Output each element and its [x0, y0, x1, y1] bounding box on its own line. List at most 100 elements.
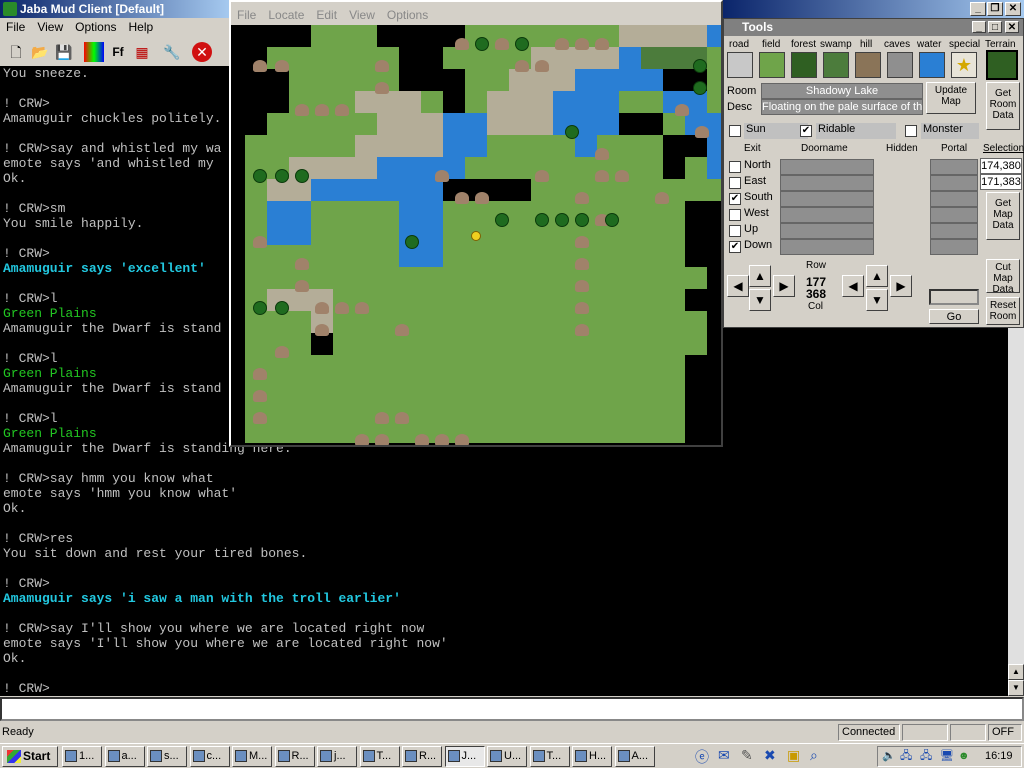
taskbar-button[interactable]: H... [572, 746, 612, 767]
taskbar-button[interactable]: J... [444, 746, 485, 767]
go-input[interactable] [929, 289, 979, 305]
terrain-field-button[interactable] [759, 52, 785, 78]
terrain-water-button[interactable] [919, 52, 945, 78]
exit-up-doorname-field[interactable] [780, 223, 874, 239]
nav-right-arrow-icon[interactable]: ▶ [773, 275, 795, 297]
exit-west-portal-field[interactable] [930, 207, 978, 223]
taskbar-button[interactable]: A... [614, 746, 655, 767]
map-menu-file[interactable]: File [231, 8, 262, 22]
map-menu-options[interactable]: Options [381, 8, 434, 22]
exit-south-doorname-field[interactable] [780, 191, 874, 207]
scroll-down-arrow-icon[interactable]: ▼ [1008, 680, 1024, 696]
exit-down-doorname-field[interactable] [780, 239, 874, 255]
exit-north-portal-field[interactable] [930, 159, 978, 175]
go-button[interactable]: Go [929, 309, 979, 324]
tray-network2-icon[interactable]: 🖧 [920, 747, 932, 766]
taskbar-button[interactable]: R... [274, 746, 315, 767]
quicklaunch-tools-icon[interactable]: ✎ [741, 747, 753, 764]
terrain-swamp-button[interactable] [823, 52, 849, 78]
nav-up-arrow-icon[interactable]: ▲ [749, 265, 771, 287]
quicklaunch-outlook-icon[interactable]: ✉ [718, 747, 730, 764]
taskbar-button[interactable]: T... [529, 746, 570, 767]
taskbar-button[interactable]: s... [147, 746, 187, 767]
map-menu-edit[interactable]: Edit [310, 8, 343, 22]
layout-icon[interactable]: ▦ [132, 42, 152, 62]
nav2-down-arrow-icon[interactable]: ▼ [866, 289, 888, 311]
exit-east-portal-field[interactable] [930, 175, 978, 191]
ridable-checkbox[interactable]: ✔ [800, 125, 812, 137]
nav2-right-arrow-icon[interactable]: ▶ [890, 275, 912, 297]
tray-network-icon[interactable]: 🖧 [900, 747, 912, 766]
nav-left-arrow-icon[interactable]: ◀ [727, 275, 749, 297]
exit-east-doorname-field[interactable] [780, 175, 874, 191]
maximize-button[interactable]: ❐ [987, 2, 1003, 16]
exit-north-doorname-field[interactable] [780, 159, 874, 175]
menu-help[interactable]: Help [123, 20, 160, 34]
terrain-current-button[interactable] [986, 50, 1018, 80]
terrain-caves-button[interactable] [887, 52, 913, 78]
taskbar-button[interactable]: U... [487, 746, 527, 767]
taskbar-button[interactable]: 1... [62, 746, 102, 767]
new-icon[interactable]: 🗋 [6, 42, 26, 62]
monster-checkbox[interactable] [905, 125, 917, 137]
get-map-data-button[interactable]: Get Map Data [986, 192, 1020, 240]
map-canvas[interactable] [231, 25, 721, 445]
terrain-road-button[interactable] [727, 52, 753, 78]
main-titlebar[interactable]: Jaba Mud Client [Default] [0, 0, 230, 18]
exit-west-doorname-field[interactable] [780, 207, 874, 223]
save-icon[interactable]: 💾 [54, 42, 74, 62]
start-button[interactable]: Start [2, 746, 58, 767]
tray-monitor-icon[interactable]: 🖥 [940, 747, 954, 766]
close-button[interactable]: ✕ [1005, 2, 1021, 16]
get-room-data-button[interactable]: Get Room Data [986, 82, 1020, 130]
scroll-up-arrow-icon[interactable]: ▲ [1008, 664, 1024, 680]
menu-file[interactable]: File [0, 20, 31, 34]
selection-field-1[interactable]: 174,380 [980, 158, 1022, 174]
room-name-field[interactable]: Shadowy Lake [761, 83, 923, 99]
exit-down-portal-field[interactable] [930, 239, 978, 255]
quicklaunch-app-icon[interactable]: ✖ [764, 747, 776, 764]
taskbar-button[interactable]: M... [232, 746, 272, 767]
menu-view[interactable]: View [31, 20, 69, 34]
exit-south-portal-field[interactable] [930, 191, 978, 207]
tools-minimize-button[interactable]: _ [972, 21, 986, 33]
exit-south-checkbox[interactable]: ✔ [729, 193, 741, 205]
sun-checkbox[interactable] [729, 125, 741, 137]
stop-icon[interactable]: ✕ [192, 42, 212, 62]
menu-options[interactable]: Options [69, 20, 122, 34]
taskbar-button[interactable]: j... [317, 746, 357, 767]
nav-down-arrow-icon[interactable]: ▼ [749, 289, 771, 311]
terrain-hill-button[interactable] [855, 52, 881, 78]
tools-maximize-button[interactable]: □ [988, 21, 1002, 33]
map-menu-view[interactable]: View [343, 8, 381, 22]
exit-west-checkbox[interactable] [729, 209, 741, 221]
command-input[interactable] [0, 697, 1024, 721]
font-icon[interactable]: Ff [108, 42, 128, 62]
minimize-button[interactable]: _ [970, 2, 986, 16]
quicklaunch-search-icon[interactable]: ⌕ [810, 747, 818, 764]
tools-icon[interactable]: 🔧 [162, 42, 182, 62]
update-map-button[interactable]: Update Map [926, 82, 976, 114]
quicklaunch-ie-icon[interactable]: ⓔ [695, 747, 709, 767]
taskbar-button[interactable]: T... [359, 746, 400, 767]
exit-down-checkbox[interactable]: ✔ [729, 241, 741, 253]
selection-field-2[interactable]: 171,383 [980, 174, 1022, 190]
reset-room-button[interactable]: Reset Room [986, 297, 1020, 325]
exit-north-checkbox[interactable] [729, 161, 741, 173]
terrain-forest-button[interactable] [791, 52, 817, 78]
taskbar-button[interactable]: c... [189, 746, 230, 767]
map-menu-locate[interactable]: Locate [262, 8, 310, 22]
nav2-left-arrow-icon[interactable]: ◀ [842, 275, 864, 297]
tools-close-button[interactable]: ✕ [1005, 21, 1019, 33]
star-icon[interactable]: ★ [951, 52, 977, 78]
exit-up-portal-field[interactable] [930, 223, 978, 239]
taskbar-button[interactable]: a... [104, 746, 145, 767]
exit-east-checkbox[interactable] [729, 177, 741, 189]
quicklaunch-folder-icon[interactable]: ▣ [787, 747, 800, 764]
colors-icon[interactable] [84, 42, 104, 62]
exit-up-checkbox[interactable] [729, 225, 741, 237]
tray-speaker-icon[interactable]: 🔈 [882, 747, 896, 766]
cut-map-data-button[interactable]: Cut Map Data [986, 259, 1020, 295]
tray-user-icon[interactable]: ☻ [958, 747, 970, 766]
open-icon[interactable]: 📂 [30, 42, 50, 62]
